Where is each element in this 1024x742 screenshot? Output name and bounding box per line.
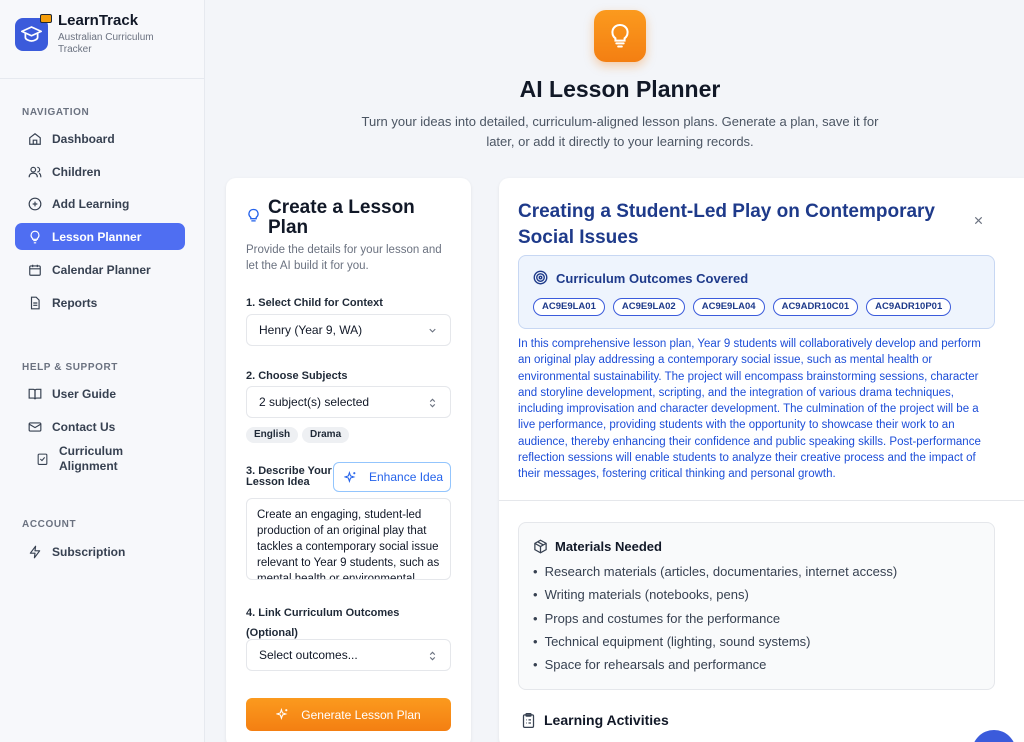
child-select-value: Henry (Year 9, WA) bbox=[259, 323, 363, 337]
idea-label: 3. Describe Your Lesson Idea bbox=[246, 465, 332, 488]
lightbulb-icon bbox=[248, 208, 259, 222]
sidebar-item-contact-us[interactable]: Contact Us bbox=[15, 413, 185, 440]
chevron-updown-icon bbox=[429, 651, 436, 661]
sidebar-item-label: Calendar Planner bbox=[52, 262, 151, 277]
materials-box: Materials Needed Research materials (art… bbox=[518, 522, 995, 690]
target-icon bbox=[533, 270, 548, 285]
sidebar-item-calendar-planner[interactable]: Calendar Planner bbox=[15, 256, 185, 283]
outcome-code: AC9E9LA02 bbox=[612, 298, 685, 316]
subject-chip[interactable]: English bbox=[246, 427, 299, 443]
subjects-select[interactable]: 2 subject(s) selected bbox=[246, 386, 451, 418]
sparkles-icon bbox=[276, 708, 288, 721]
sidebar-item-label: Curriculum Alignment bbox=[59, 444, 124, 473]
sidebar-item-label: Add Learning bbox=[52, 196, 130, 211]
sidebar-divider bbox=[0, 78, 205, 79]
generate-lesson-plan-button[interactable]: Generate Lesson Plan bbox=[246, 698, 451, 731]
lesson-plan-card: Creating a Student-Led Play on Contempor… bbox=[499, 178, 1024, 742]
lightbulb-icon bbox=[594, 10, 646, 62]
sidebar: LearnTrack Australian Curriculum Tracker… bbox=[0, 0, 205, 742]
sidebar-item-curriculum-alignment[interactable]: Curriculum Alignment bbox=[15, 441, 185, 477]
plus-circle-icon bbox=[28, 197, 42, 210]
form-title: Create a Lesson Plan bbox=[268, 197, 415, 238]
enhance-idea-button[interactable]: Enhance Idea bbox=[333, 462, 451, 492]
package-icon bbox=[534, 539, 547, 554]
generate-label: Generate Lesson Plan bbox=[301, 707, 421, 722]
create-lesson-card: Create a Lesson Plan Provide the details… bbox=[226, 178, 471, 742]
outcome-code: AC9ADR10P01 bbox=[866, 298, 952, 316]
list-item: Technical equipment (lighting, sound sys… bbox=[533, 634, 897, 657]
sidebar-item-label: User Guide bbox=[52, 386, 117, 401]
sidebar-item-subscription[interactable]: Subscription bbox=[15, 538, 185, 565]
lightbulb-icon bbox=[30, 230, 40, 243]
sidebar-item-children[interactable]: Children bbox=[15, 158, 185, 185]
account-section-title: ACCOUNT bbox=[22, 519, 77, 530]
list-item: Research materials (articles, documentar… bbox=[533, 564, 898, 587]
outcome-code: AC9E9LA01 bbox=[533, 298, 605, 316]
home-icon bbox=[29, 132, 41, 145]
sidebar-item-dashboard[interactable]: Dashboard bbox=[15, 125, 185, 152]
sidebar-item-label: Lesson Planner bbox=[52, 229, 142, 244]
file-icon bbox=[30, 296, 40, 309]
list-item: Props and costumes for the performance bbox=[533, 611, 897, 634]
brand-name: LearnTrack bbox=[58, 12, 139, 29]
zap-icon bbox=[29, 545, 41, 558]
brand-subtitle: Australian Curriculum Tracker bbox=[58, 32, 154, 55]
help-section-title: HELP & SUPPORT bbox=[22, 362, 119, 373]
sidebar-item-add-learning[interactable]: Add Learning bbox=[15, 190, 185, 217]
list-item: Space for rehearsals and performance bbox=[533, 657, 897, 680]
chevron-down-icon bbox=[429, 328, 436, 333]
materials-list: Research materials (articles, documentar… bbox=[533, 564, 898, 680]
divider bbox=[499, 500, 1024, 501]
sidebar-item-lesson-planner[interactable]: Lesson Planner bbox=[15, 223, 185, 250]
checklist-icon bbox=[37, 453, 48, 465]
sidebar-item-label: Reports bbox=[52, 295, 98, 310]
idea-textarea[interactable]: Create an engaging, student-led producti… bbox=[246, 498, 451, 580]
activities-title: Learning Activities bbox=[544, 712, 669, 728]
brand[interactable]: LearnTrack Australian Curriculum Tracker bbox=[15, 12, 168, 56]
outcomes-select[interactable]: Select outcomes... bbox=[246, 639, 451, 671]
subjects-label: 2. Choose Subjects bbox=[246, 370, 348, 382]
page-subtitle: Turn your ideas into detailed, curriculu… bbox=[361, 114, 879, 149]
sidebar-item-label: Dashboard bbox=[52, 131, 115, 146]
subjects-select-value: 2 subject(s) selected bbox=[259, 395, 370, 409]
graduation-cap-icon bbox=[15, 14, 52, 51]
plan-title: Creating a Student-Led Play on Contempor… bbox=[518, 201, 935, 248]
calendar-icon bbox=[29, 264, 41, 276]
list-item: Writing materials (notebooks, pens) bbox=[533, 587, 897, 610]
materials-title: Materials Needed bbox=[555, 539, 662, 554]
outcome-code: AC9E9LA04 bbox=[692, 298, 765, 316]
child-select[interactable]: Henry (Year 9, WA) bbox=[246, 314, 451, 346]
outcomes-title: Curriculum Outcomes Covered bbox=[556, 271, 749, 286]
sidebar-item-user-guide[interactable]: User Guide bbox=[15, 380, 185, 407]
sidebar-item-label: Contact Us bbox=[52, 419, 116, 434]
clipboard-list-icon bbox=[522, 713, 535, 728]
subject-chip[interactable]: Drama bbox=[302, 427, 350, 443]
nav-section-title: NAVIGATION bbox=[22, 107, 90, 118]
sparkles-icon bbox=[344, 470, 356, 483]
child-label: 1. Select Child for Context bbox=[246, 297, 383, 309]
enhance-idea-label: Enhance Idea bbox=[369, 470, 444, 484]
outcome-code: AC9ADR10C01 bbox=[772, 298, 859, 316]
plan-summary: In this comprehensive lesson plan, Year … bbox=[518, 338, 981, 481]
mail-icon bbox=[28, 421, 42, 432]
outcomes-select-value: Select outcomes... bbox=[259, 648, 358, 662]
chevron-updown-icon bbox=[429, 398, 436, 408]
page-title: AI Lesson Planner bbox=[519, 76, 721, 102]
sidebar-item-label: Subscription bbox=[52, 544, 126, 559]
users-icon bbox=[28, 166, 42, 177]
sidebar-item-label: Children bbox=[52, 164, 101, 179]
close-icon[interactable] bbox=[973, 215, 984, 226]
outcome-codes: AC9E9LA01 AC9E9LA02 AC9E9LA04 AC9ADR10C0… bbox=[533, 298, 959, 316]
outcomes-label: 4. Link Curriculum Outcomes (Optional) bbox=[246, 607, 400, 639]
form-description: Provide the details for your lesson and … bbox=[246, 244, 442, 272]
book-icon bbox=[28, 388, 42, 399]
outcomes-box: Curriculum Outcomes Covered AC9E9LA01 AC… bbox=[518, 255, 995, 329]
sidebar-item-reports[interactable]: Reports bbox=[15, 289, 185, 316]
